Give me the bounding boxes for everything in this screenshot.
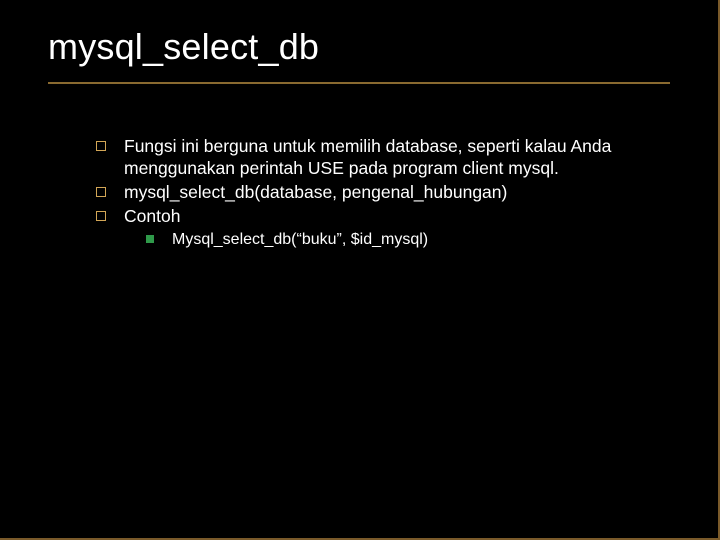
list-item-text: Contoh (124, 206, 180, 226)
list-subitem: Mysql_select_db(“buku”, $id_mysql) (88, 230, 678, 250)
title-block: mysql_select_db (48, 26, 670, 84)
content-block: Fungsi ini berguna untuk memilih databas… (88, 136, 678, 250)
slide: mysql_select_db Fungsi ini berguna untuk… (0, 0, 720, 540)
list-item: Contoh (88, 206, 678, 228)
slide-title: mysql_select_db (48, 26, 670, 68)
solid-square-bullet-icon (146, 235, 154, 243)
list-item: Fungsi ini berguna untuk memilih databas… (88, 136, 678, 180)
list-subitem-text: Mysql_select_db(“buku”, $id_mysql) (172, 231, 428, 248)
square-bullet-icon (96, 211, 106, 221)
list-item: mysql_select_db(database, pengenal_hubun… (88, 182, 678, 204)
square-bullet-icon (96, 187, 106, 197)
title-underline (48, 82, 670, 84)
list-item-text: mysql_select_db(database, pengenal_hubun… (124, 182, 507, 202)
square-bullet-icon (96, 141, 106, 151)
list-item-text: Fungsi ini berguna untuk memilih databas… (124, 136, 611, 178)
